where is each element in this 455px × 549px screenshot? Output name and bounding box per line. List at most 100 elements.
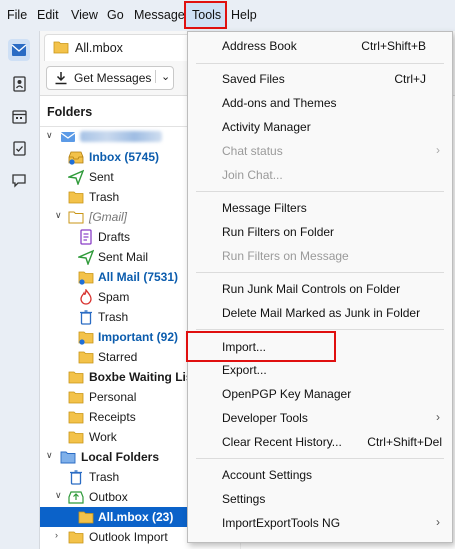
menu-item-addons-themes[interactable]: Add-ons and Themes: [188, 91, 452, 115]
menu-item-label: Delete Mail Marked as Junk in Folder: [222, 306, 421, 320]
menu-item-label: Add-ons and Themes: [222, 96, 337, 110]
folder-icon: [68, 371, 84, 384]
menu-file[interactable]: File: [7, 8, 27, 22]
menu-item-settings[interactable]: Settings: [188, 487, 452, 511]
folder-icon: [78, 511, 94, 524]
inbox-icon: [68, 151, 84, 165]
get-messages-button[interactable]: Get Messages ⌄: [46, 66, 174, 90]
menu-item-label: Message Filters: [222, 201, 307, 215]
download-icon: [55, 72, 67, 85]
menu-edit[interactable]: Edit: [37, 8, 59, 22]
menu-item-run-junk-controls[interactable]: Run Junk Mail Controls on Folder: [188, 277, 452, 301]
menu-item-openpgp[interactable]: OpenPGP Key Manager: [188, 382, 452, 406]
outbox-icon: [68, 491, 84, 504]
menu-item-shortcut: Ctrl+Shift+B: [361, 39, 426, 53]
tab-title: All.mbox: [75, 41, 123, 55]
menu-item-saved-files[interactable]: Saved Files Ctrl+J: [188, 67, 452, 91]
menu-item-label: Saved Files: [222, 72, 285, 86]
menu-item-message-filters[interactable]: Message Filters: [188, 196, 452, 220]
menu-item-label: Clear Recent History...: [222, 435, 342, 449]
menu-item-label: Run Filters on Message: [222, 249, 349, 263]
folder-label: All.mbox (23): [98, 510, 174, 524]
folder-pane-title: Folders: [47, 105, 93, 119]
get-messages-label: Get Messages: [74, 71, 152, 85]
folder-label: Starred: [98, 350, 138, 364]
menu-item-label: Activity Manager: [222, 120, 311, 134]
menu-item-address-book[interactable]: Address Book Ctrl+Shift+B: [188, 34, 452, 58]
menu-view[interactable]: View: [71, 8, 98, 22]
menu-item-label: ImportExportTools NG: [222, 516, 341, 530]
menu-item-label: Address Book: [222, 39, 297, 53]
folder-label: Trash: [89, 470, 120, 484]
folder-label: Outbox: [89, 490, 128, 504]
menu-tools[interactable]: Tools: [192, 8, 221, 22]
menu-go[interactable]: Go: [107, 8, 124, 22]
menu-message[interactable]: Message: [134, 8, 185, 22]
trash-icon: [80, 310, 92, 325]
menu-item-run-filters-folder[interactable]: Run Filters on Folder: [188, 220, 452, 244]
menu-bar: File Edit View Go Message Tools Help: [0, 0, 455, 32]
menu-separator: [196, 329, 444, 330]
menu-help[interactable]: Help: [231, 8, 257, 22]
expand-icon[interactable]: ›: [55, 530, 65, 542]
folder-label: Sent Mail: [98, 250, 149, 264]
sent-icon: [68, 169, 84, 185]
chevron-down-icon[interactable]: ⌄: [155, 70, 170, 83]
folder-icon: [68, 191, 84, 204]
folder-outline-icon: [68, 211, 84, 224]
folder-icon: [78, 271, 94, 285]
tools-menu: Address Book Ctrl+Shift+B Saved Files Ct…: [187, 31, 453, 543]
folder-label: Important (92): [98, 330, 179, 344]
tasks-space-button[interactable]: [8, 137, 30, 159]
menu-item-delete-junk[interactable]: Delete Mail Marked as Junk in Folder: [188, 301, 452, 325]
folder-label: Local Folders: [81, 450, 160, 464]
folder-icon: [53, 41, 69, 54]
collapse-icon[interactable]: ∨: [55, 210, 65, 222]
menu-item-label: Join Chat...: [222, 168, 283, 182]
sent-icon: [78, 249, 94, 265]
folder-label: Personal: [89, 390, 137, 404]
folder-icon: [68, 431, 84, 444]
address-book-space-button[interactable]: [8, 73, 30, 95]
chat-space-button[interactable]: [8, 169, 30, 191]
spaces-toolbar: [0, 31, 40, 549]
address-book-icon: [13, 76, 26, 92]
folder-label: Receipts: [89, 410, 136, 424]
calendar-icon: [11, 109, 27, 124]
folder-label: Trash: [98, 310, 129, 324]
folder-label: Boxbe Waiting Lis: [89, 370, 193, 384]
account-name-redacted: [80, 131, 162, 142]
collapse-icon[interactable]: ∨: [46, 450, 56, 462]
menu-item-account-settings[interactable]: Account Settings: [188, 463, 452, 487]
folder-label: Spam: [98, 290, 130, 304]
menu-item-importexporttools[interactable]: ImportExportTools NG ›: [188, 511, 452, 535]
submenu-arrow-icon: ›: [436, 515, 440, 529]
tasks-icon: [12, 141, 26, 156]
menu-item-label: Chat status: [222, 144, 283, 158]
folder-label: [Gmail]: [89, 210, 128, 224]
menu-item-developer-tools[interactable]: Developer Tools ›: [188, 406, 452, 430]
folder-icon: [78, 331, 94, 345]
collapse-icon[interactable]: ∨: [46, 130, 56, 142]
mail-account-icon: [60, 132, 76, 142]
mail-space-button[interactable]: [8, 39, 30, 61]
spam-flame-icon: [80, 289, 92, 305]
folder-icon: [68, 391, 84, 404]
menu-item-join-chat: Join Chat...: [188, 163, 452, 187]
collapse-icon[interactable]: ∨: [55, 490, 65, 502]
drafts-icon: [80, 229, 92, 245]
folder-label: Sent: [89, 170, 114, 184]
trash-icon: [70, 470, 82, 485]
folder-icon: [78, 351, 94, 364]
menu-item-shortcut: Ctrl+J: [394, 72, 426, 86]
menu-item-activity-manager[interactable]: Activity Manager: [188, 115, 452, 139]
menu-item-clear-history[interactable]: Clear Recent History... Ctrl+Shift+Del: [188, 430, 452, 454]
menu-item-label: Developer Tools: [222, 411, 308, 425]
folder-icon: [68, 411, 84, 424]
menu-item-label: Settings: [222, 492, 266, 506]
menu-separator: [196, 191, 444, 192]
calendar-space-button[interactable]: [8, 105, 30, 127]
folder-label: Work: [89, 430, 117, 444]
local-folders-icon: [60, 451, 76, 464]
menu-separator: [196, 458, 444, 459]
